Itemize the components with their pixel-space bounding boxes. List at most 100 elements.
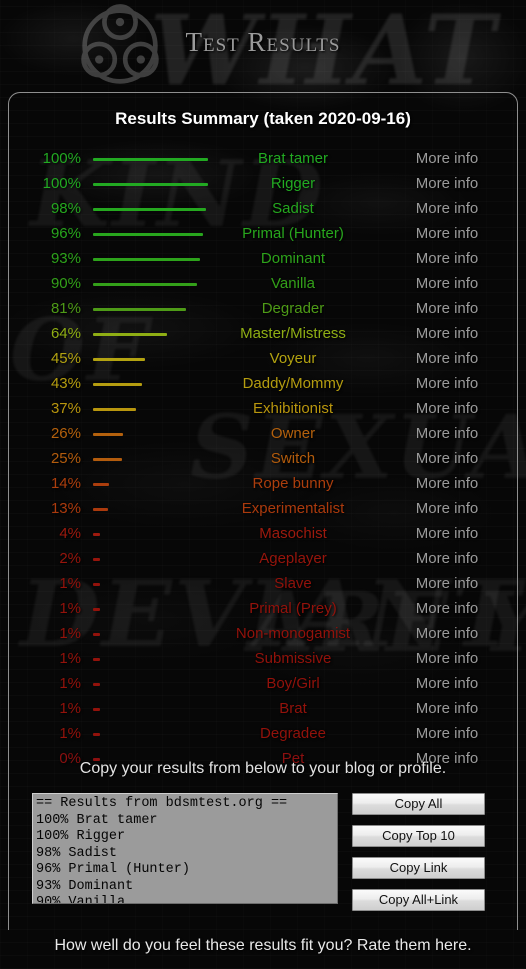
result-row: 1% Primal (Prey) More info	[9, 597, 517, 622]
result-bar-cell	[93, 197, 223, 222]
result-bar-cell	[93, 422, 223, 447]
more-info-link[interactable]: More info	[377, 475, 517, 492]
result-row: 45% Voyeur More info	[9, 347, 517, 372]
result-label: Brat	[279, 700, 307, 717]
result-bar	[93, 208, 206, 211]
more-info-link[interactable]: More info	[377, 225, 517, 242]
result-bar-cell	[93, 222, 223, 247]
result-label: Sadist	[272, 200, 314, 217]
result-percent: 1%	[59, 700, 81, 717]
result-row: 4% Masochist More info	[9, 522, 517, 547]
result-label: Daddy/Mommy	[242, 375, 344, 392]
result-percent: 25%	[50, 450, 81, 467]
result-bar	[93, 483, 109, 486]
more-info-link[interactable]: More info	[377, 550, 517, 567]
page-title: Test Results	[185, 27, 341, 57]
result-bar-cell	[93, 597, 223, 622]
more-info-link[interactable]: More info	[377, 375, 517, 392]
result-bar-cell	[93, 322, 223, 347]
result-percent: 64%	[50, 325, 81, 342]
result-percent: 96%	[50, 225, 81, 242]
result-bar	[93, 683, 100, 686]
result-bar	[93, 308, 186, 311]
result-percent: 98%	[50, 200, 81, 217]
result-percent: 93%	[50, 250, 81, 267]
more-info-link[interactable]: More info	[377, 450, 517, 467]
result-row: 1% Degradee More info	[9, 722, 517, 747]
result-bar	[93, 433, 123, 436]
result-row: 43% Daddy/Mommy More info	[9, 372, 517, 397]
result-bar-cell	[93, 622, 223, 647]
more-info-link[interactable]: More info	[377, 400, 517, 417]
more-info-link[interactable]: More info	[377, 600, 517, 617]
result-row: 100% Rigger More info	[9, 172, 517, 197]
more-info-link[interactable]: More info	[377, 250, 517, 267]
more-info-link[interactable]: More info	[377, 425, 517, 442]
result-bar	[93, 258, 200, 261]
result-percent: 1%	[59, 675, 81, 692]
result-percent: 43%	[50, 375, 81, 392]
more-info-link[interactable]: More info	[377, 150, 517, 167]
result-percent: 14%	[50, 475, 81, 492]
results-page: WHAT KIND OF SEXUAL DEVIANT ARE YOU Test…	[0, 0, 526, 969]
more-info-link[interactable]: More info	[377, 700, 517, 717]
result-row: 1% Slave More info	[9, 572, 517, 597]
result-row: 26% Owner More info	[9, 422, 517, 447]
result-label: Brat tamer	[257, 150, 329, 167]
more-info-link[interactable]: More info	[377, 350, 517, 367]
result-bar-cell	[93, 347, 223, 372]
result-percent: 4%	[59, 525, 81, 542]
copy-buttons-column: Copy All Copy Top 10 Copy Link Copy All+Lin…	[352, 793, 485, 921]
result-bar	[93, 408, 136, 411]
result-percent: 90%	[50, 275, 81, 292]
more-info-link[interactable]: More info	[377, 525, 517, 542]
more-info-link[interactable]: More info	[377, 625, 517, 642]
copy-button-copy-link[interactable]: Copy Link	[352, 857, 485, 879]
result-label: Masochist	[259, 525, 327, 542]
result-percent: 45%	[50, 350, 81, 367]
result-label: Non-monogamist	[235, 625, 351, 642]
result-percent: 37%	[50, 400, 81, 417]
result-row: 25% Switch More info	[9, 447, 517, 472]
rate-prompt: How well do you feel these results fit y…	[0, 937, 526, 955]
result-row: 1% Boy/Girl More info	[9, 672, 517, 697]
rate-results-link[interactable]: How well do you feel these results fit y…	[54, 937, 471, 954]
result-percent: 13%	[50, 500, 81, 517]
more-info-link[interactable]: More info	[377, 650, 517, 667]
more-info-link[interactable]: More info	[377, 175, 517, 192]
results-panel: Results Summary (taken 2020-09-16) 100% B…	[8, 92, 518, 930]
results-textarea[interactable]	[32, 793, 338, 904]
more-info-link[interactable]: More info	[377, 300, 517, 317]
result-bar-cell	[93, 722, 223, 747]
result-bar-cell	[93, 297, 223, 322]
more-info-link[interactable]: More info	[377, 325, 517, 342]
result-bar-cell	[93, 697, 223, 722]
more-info-link[interactable]: More info	[377, 500, 517, 517]
result-bar-cell	[93, 272, 223, 297]
result-label: Dominant	[260, 250, 326, 267]
more-info-link[interactable]: More info	[377, 275, 517, 292]
result-percent: 2%	[59, 550, 81, 567]
result-row: 1% Submissive More info	[9, 647, 517, 672]
result-row: 14% Rope bunny More info	[9, 472, 517, 497]
more-info-link[interactable]: More info	[377, 675, 517, 692]
result-percent: 81%	[50, 300, 81, 317]
result-label: Degrader	[261, 300, 325, 317]
result-bar-cell	[93, 397, 223, 422]
result-bar-cell	[93, 172, 223, 197]
result-bar	[93, 158, 208, 161]
result-row: 1% Non-monogamist More info	[9, 622, 517, 647]
more-info-link[interactable]: More info	[377, 575, 517, 592]
result-bar	[93, 333, 167, 336]
copy-button-copy-top-10[interactable]: Copy Top 10	[352, 825, 485, 847]
more-info-link[interactable]: More info	[377, 200, 517, 217]
result-bar	[93, 558, 100, 561]
copy-button-copy-all-link[interactable]: Copy All+Link	[352, 889, 485, 911]
copy-button-copy-all[interactable]: Copy All	[352, 793, 485, 815]
result-label: Slave	[274, 575, 312, 592]
result-bar-cell	[93, 647, 223, 672]
result-bar	[93, 533, 100, 536]
result-bar-cell	[93, 572, 223, 597]
more-info-link[interactable]: More info	[377, 725, 517, 742]
result-bar-cell	[93, 672, 223, 697]
